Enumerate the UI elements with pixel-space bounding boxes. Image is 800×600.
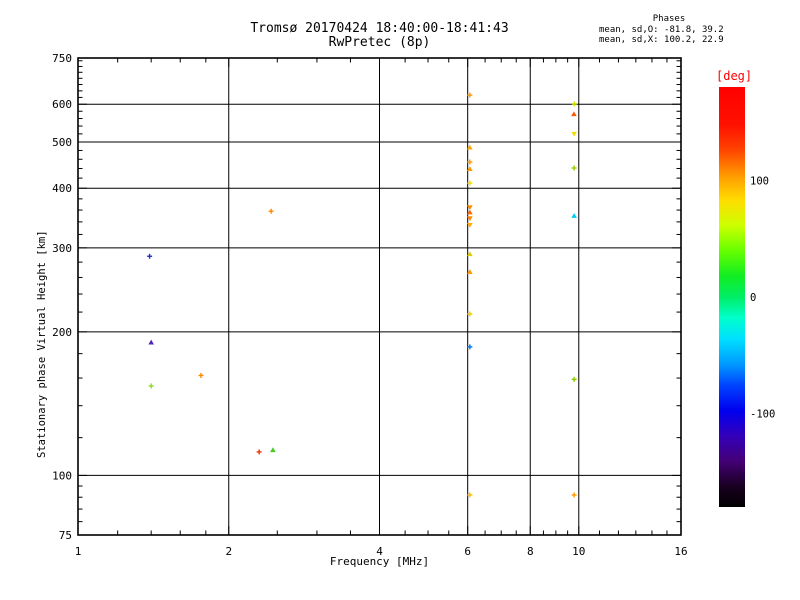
colorbar	[719, 87, 745, 507]
data-point	[571, 213, 577, 218]
marker-triangle-up-icon	[571, 213, 577, 218]
data-point	[571, 131, 577, 137]
marker-triangle-down-icon	[571, 131, 577, 137]
data-point	[571, 111, 577, 117]
plot-canvas: 1 2 4 6 8 10 16 75 100 200 300 400 500 600 750 100 0 -100	[52, 52, 775, 558]
x-tick-label: 6	[464, 545, 471, 558]
x-tick-label: 10	[572, 545, 585, 558]
x-tick-label: 1	[75, 545, 82, 558]
y-tick-label: 750	[52, 52, 72, 65]
x-tick-label: 16	[674, 545, 687, 558]
data-point	[148, 383, 154, 389]
ionogram-page: Tromsø 20170424 18:40:00-18:41:43 RwPret…	[0, 0, 800, 600]
data-point	[148, 339, 154, 345]
colorbar-tick-label: 0	[750, 292, 756, 304]
data-point	[147, 253, 153, 259]
marker-triangle-up-icon	[270, 447, 276, 453]
x-tick-label: 8	[527, 545, 534, 558]
data-point	[571, 376, 577, 382]
x-tick-label: 4	[376, 545, 383, 558]
data-point	[571, 165, 577, 171]
colorbar-tick-label: 100	[750, 175, 769, 187]
y-tick-label: 400	[52, 182, 72, 195]
marker-triangle-up-icon	[148, 339, 154, 345]
x-tick-label: 2	[225, 545, 232, 558]
y-tick-label: 500	[52, 136, 72, 149]
y-tick-label: 100	[52, 469, 72, 482]
y-tick-label: 600	[52, 98, 72, 111]
marker-triangle-up-icon	[571, 111, 577, 117]
data-point	[268, 208, 274, 214]
data-point	[270, 447, 276, 453]
y-tick-label: 200	[52, 326, 72, 339]
data-point	[256, 449, 262, 455]
colorbar-tick-label: -100	[750, 409, 775, 421]
data-point	[198, 372, 204, 378]
data-point	[571, 101, 577, 107]
y-tick-label: 75	[59, 529, 72, 542]
y-tick-label: 300	[52, 242, 72, 255]
data-point	[571, 492, 577, 498]
